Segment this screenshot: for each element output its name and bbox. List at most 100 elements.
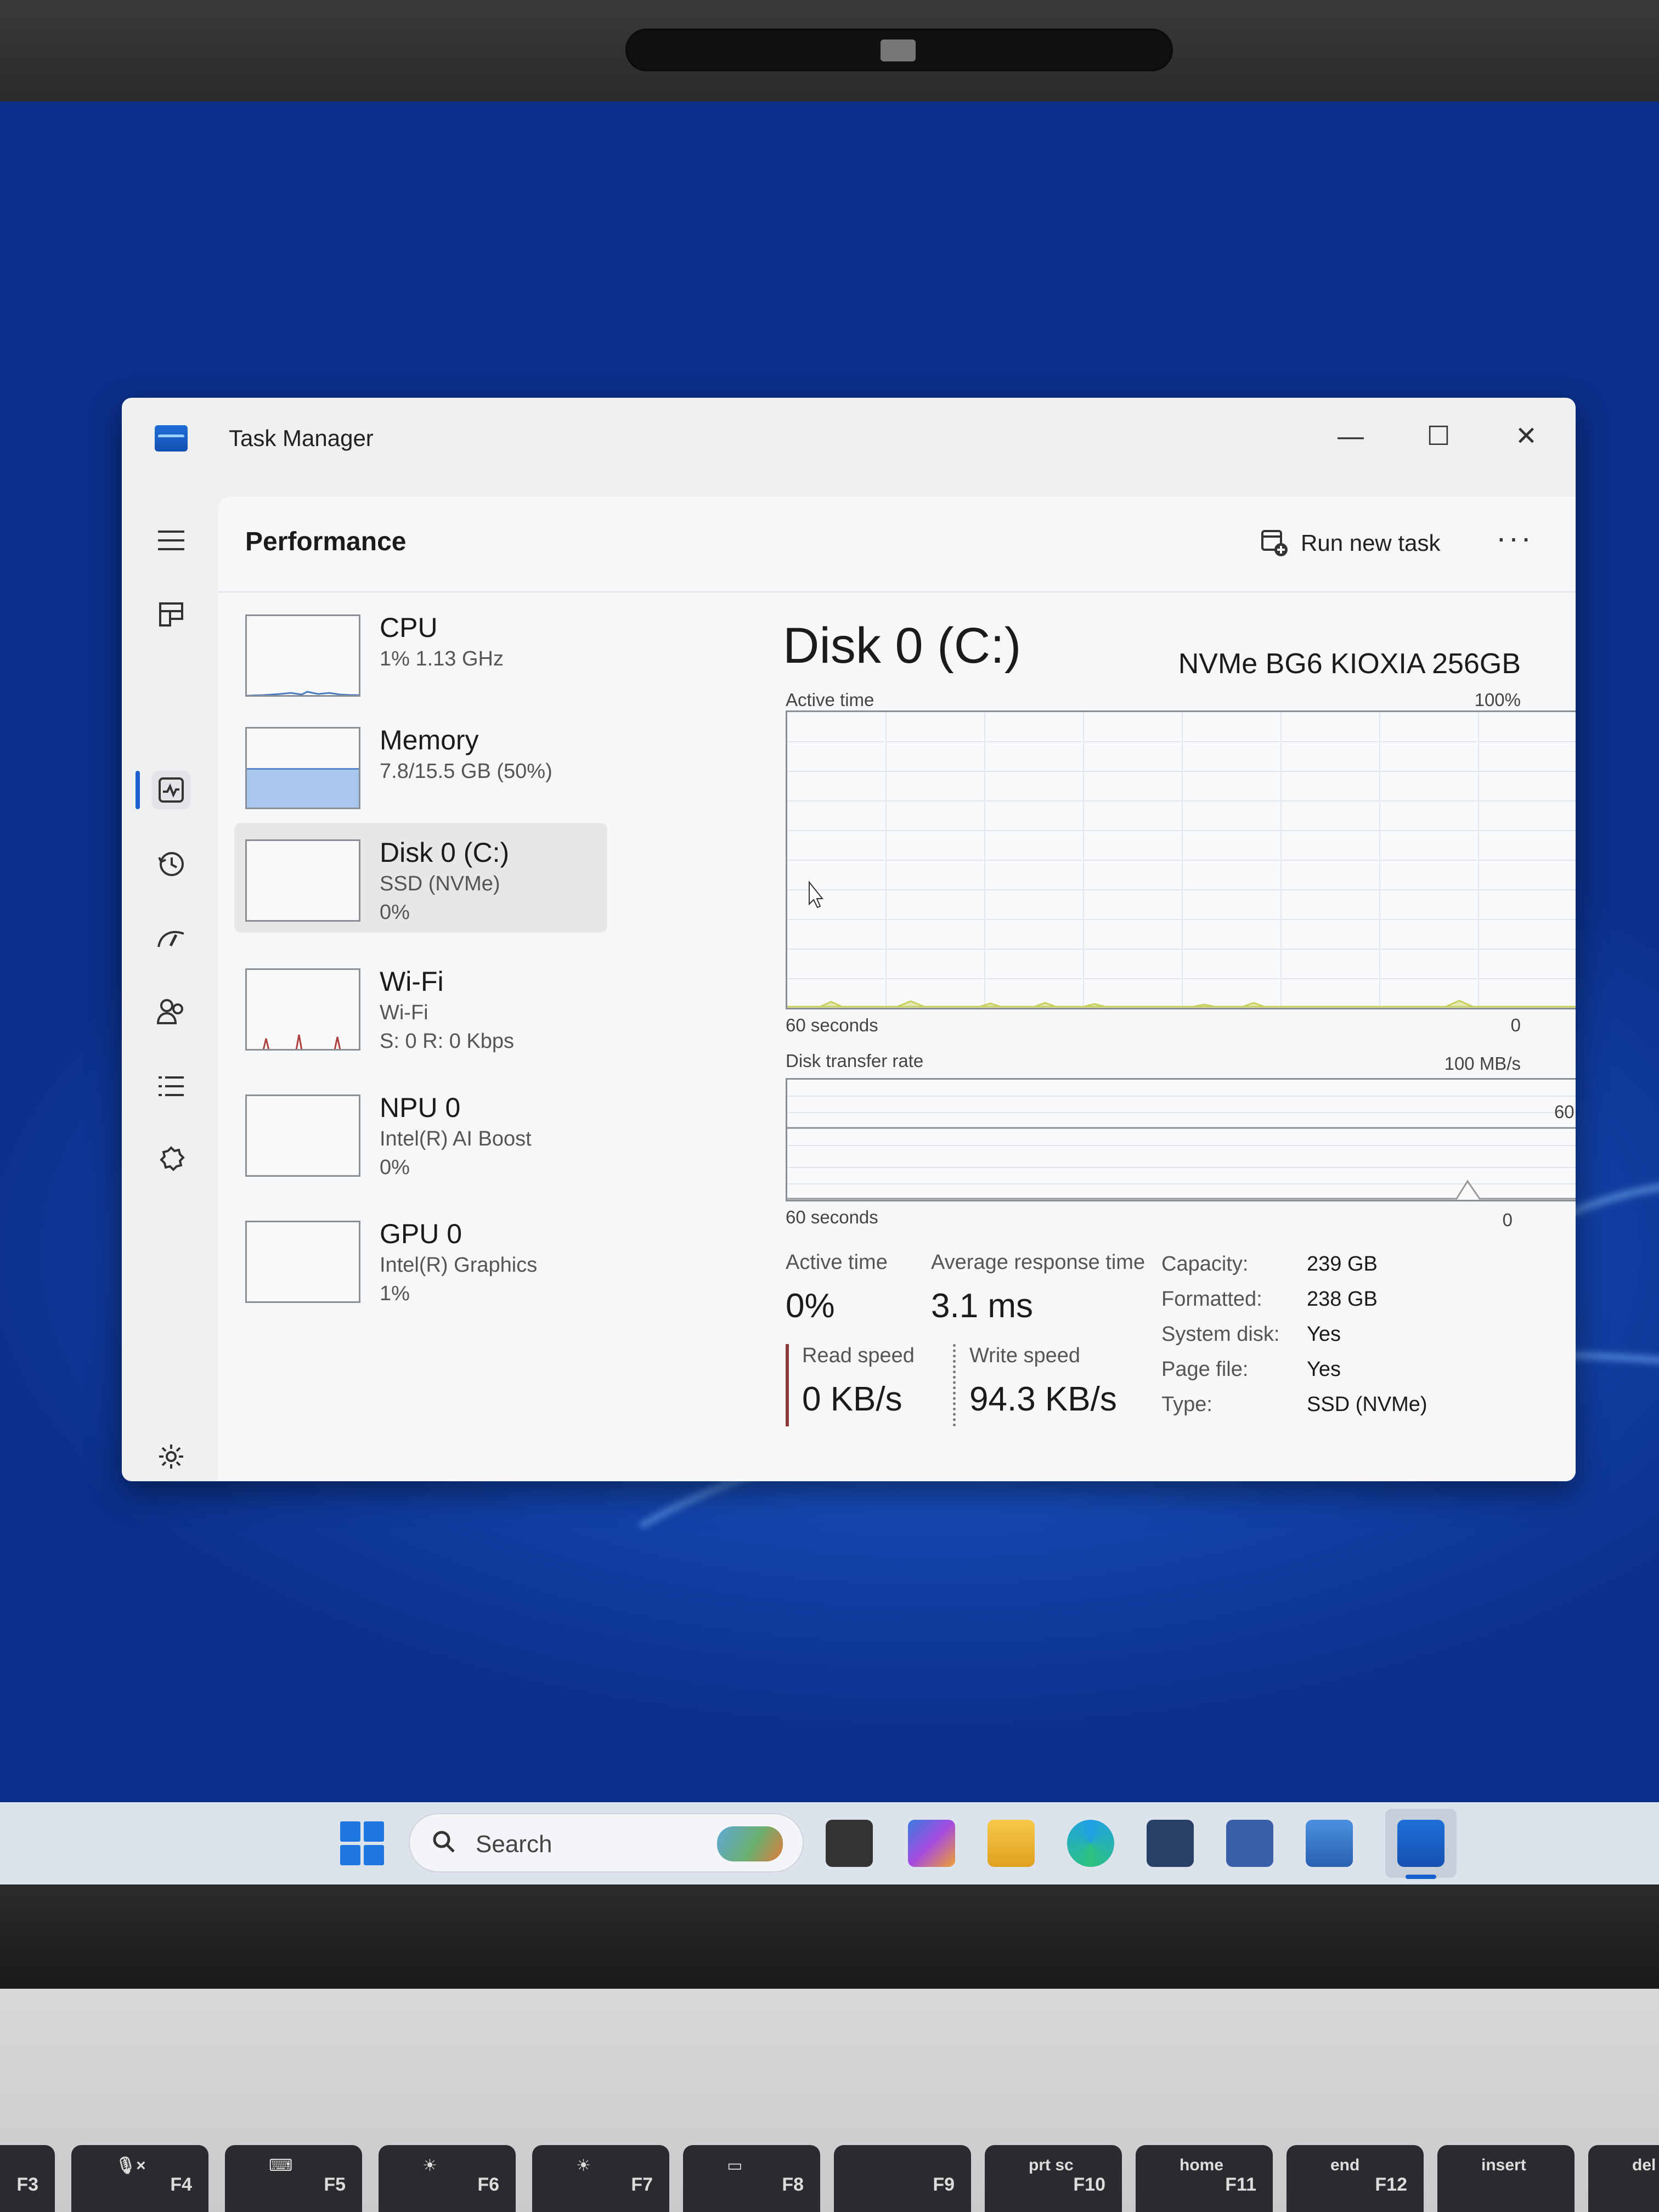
keyboard-key: insert <box>1437 2145 1575 2212</box>
keyboard-key: F3 <box>0 2145 55 2212</box>
disk-model: NVMe BG6 KIOXIA 256GB <box>1178 648 1521 680</box>
active-time-chart-label: Active time <box>786 690 874 710</box>
startup-apps-icon[interactable] <box>152 919 190 957</box>
resource-item-npu[interactable]: NPU 0 Intel(R) AI Boost 0% <box>234 1078 607 1188</box>
property-value: 238 GB <box>1307 1288 1378 1311</box>
average-response-label: Average response time <box>931 1251 1146 1274</box>
keyboard-key: ▭ F8 <box>683 2145 820 2212</box>
cpu-thumbnail-graph <box>245 614 360 697</box>
disk-detail-title: Disk 0 (C:) <box>783 618 1022 674</box>
maximize-button[interactable]: ☐ <box>1408 411 1469 461</box>
transfer-rate-duration: 60 seconds <box>786 1207 878 1227</box>
active-time-chart-max: 100% <box>1474 690 1521 710</box>
keyboard-key: del <box>1588 2145 1659 2212</box>
more-options-button[interactable]: ··· <box>1496 520 1533 555</box>
resource-item-memory[interactable]: Memory 7.8/15.5 GB (50%) <box>234 710 607 820</box>
performance-icon[interactable] <box>152 771 190 809</box>
search-placeholder: Search <box>476 1831 552 1858</box>
run-new-task-label: Run new task <box>1301 530 1441 556</box>
taskbar-search[interactable]: Search <box>409 1813 804 1872</box>
app-icon[interactable] <box>1226 1820 1273 1867</box>
property-value: SSD (NVMe) <box>1307 1393 1427 1416</box>
transfer-rate-chart: 60 MB/s <box>786 1078 1576 1201</box>
transfer-rate-chart-max: 100 MB/s <box>1444 1053 1521 1074</box>
desktop: Task Manager — ☐ ✕ Performance Run new t… <box>0 101 1659 1802</box>
run-new-task-button[interactable]: Run new task <box>1260 524 1440 562</box>
transfer-rate-graph <box>787 1096 1576 1200</box>
details-list-icon[interactable] <box>152 1067 190 1105</box>
memory-thumbnail-graph <box>245 727 360 809</box>
keyboard-key: F9 <box>834 2145 971 2212</box>
keyboard-key: home F11 <box>1136 2145 1273 2212</box>
property-key: Page file: <box>1161 1358 1249 1381</box>
edge-browser-icon[interactable] <box>1067 1820 1114 1867</box>
run-task-icon <box>1261 530 1288 556</box>
write-speed-value: 94.3 KB/s <box>969 1380 1117 1418</box>
property-key: System disk: <box>1161 1323 1280 1346</box>
transfer-rate-chart-mid: 60 MB/s <box>1554 1102 1576 1122</box>
resource-item-wifi[interactable]: Wi-Fi Wi-Fi S: 0 R: 0 Kbps <box>234 952 607 1062</box>
copilot-icon[interactable] <box>908 1820 955 1867</box>
keyboard-key: 🎙× F4 <box>71 2145 208 2212</box>
resource-item-disk[interactable]: Disk 0 (C:) SSD (NVMe) 0% <box>234 823 607 933</box>
active-time-chart <box>786 710 1576 1009</box>
page-title: Performance <box>245 527 407 556</box>
active-time-duration: 60 seconds <box>786 1015 878 1035</box>
microsoft-store-icon[interactable] <box>1147 1820 1194 1867</box>
settings-gear-icon[interactable] <box>152 1437 190 1476</box>
task-manager-icon <box>155 425 188 452</box>
nav-active-indicator <box>136 771 140 809</box>
close-button[interactable]: ✕ <box>1496 411 1556 461</box>
file-explorer-icon[interactable] <box>988 1820 1035 1867</box>
windows-start-icon[interactable] <box>340 1821 384 1865</box>
title-bar[interactable]: Task Manager — ☐ ✕ <box>122 398 1576 496</box>
active-time-min: 0 <box>1510 1015 1521 1035</box>
keyboard-key: prt sc F10 <box>985 2145 1122 2212</box>
property-value: Yes <box>1307 1323 1341 1346</box>
minimize-button[interactable]: — <box>1321 411 1381 461</box>
webcam-shutter <box>881 40 916 61</box>
main-panel: Performance Run new task ··· CPU 1% 1.13… <box>218 496 1576 1481</box>
read-speed-value: 0 KB/s <box>802 1380 902 1418</box>
services-icon[interactable] <box>152 1141 190 1180</box>
property-key: Formatted: <box>1161 1288 1262 1311</box>
search-icon <box>433 1831 455 1853</box>
keyboard-key: ☀ F6 <box>379 2145 516 2212</box>
users-icon[interactable] <box>152 993 190 1031</box>
active-time-graph <box>787 712 1576 1008</box>
mouse-cursor-icon <box>809 881 824 909</box>
transfer-rate-chart-label: Disk transfer rate <box>786 1051 924 1071</box>
app-icon[interactable] <box>1306 1820 1353 1867</box>
task-manager-window: Task Manager — ☐ ✕ Performance Run new t… <box>122 398 1576 1481</box>
app-history-icon[interactable] <box>152 845 190 883</box>
gpu-thumbnail-graph <box>245 1221 360 1303</box>
property-key: Capacity: <box>1161 1252 1249 1276</box>
keyboard-key: ⌨ F5 <box>225 2145 362 2212</box>
keyboard-key: end F12 <box>1286 2145 1424 2212</box>
resource-item-cpu[interactable]: CPU 1% 1.13 GHz <box>234 598 607 708</box>
laptop-bezel-bottom <box>0 1884 1659 1989</box>
keyboard-key: ☀ F7 <box>532 2145 669 2212</box>
search-highlight-icon <box>717 1826 783 1861</box>
nav-sidebar <box>122 496 215 1481</box>
task-view-icon[interactable] <box>826 1820 873 1867</box>
task-manager-taskbar-icon[interactable] <box>1397 1820 1444 1867</box>
read-speed-label: Read speed <box>802 1344 915 1367</box>
hamburger-menu-icon[interactable] <box>152 521 190 560</box>
property-value: Yes <box>1307 1358 1341 1381</box>
write-speed-indicator <box>953 1344 956 1426</box>
window-title: Task Manager <box>229 425 374 451</box>
resource-item-gpu[interactable]: GPU 0 Intel(R) Graphics 1% <box>234 1204 607 1314</box>
read-speed-indicator <box>786 1344 789 1426</box>
transfer-rate-min: 0 <box>1502 1210 1513 1230</box>
active-time-value: 0% <box>786 1287 835 1325</box>
active-app-indicator <box>1406 1875 1436 1879</box>
memory-usage-fill <box>247 768 359 808</box>
processes-icon[interactable] <box>152 595 190 634</box>
panel-header: Performance Run new task ··· <box>218 496 1576 592</box>
write-speed-label: Write speed <box>969 1344 1081 1367</box>
active-time-label: Active time <box>786 1251 888 1274</box>
disk-thumbnail-graph <box>245 839 360 922</box>
taskbar: Search <box>0 1802 1659 1884</box>
npu-thumbnail-graph <box>245 1094 360 1177</box>
